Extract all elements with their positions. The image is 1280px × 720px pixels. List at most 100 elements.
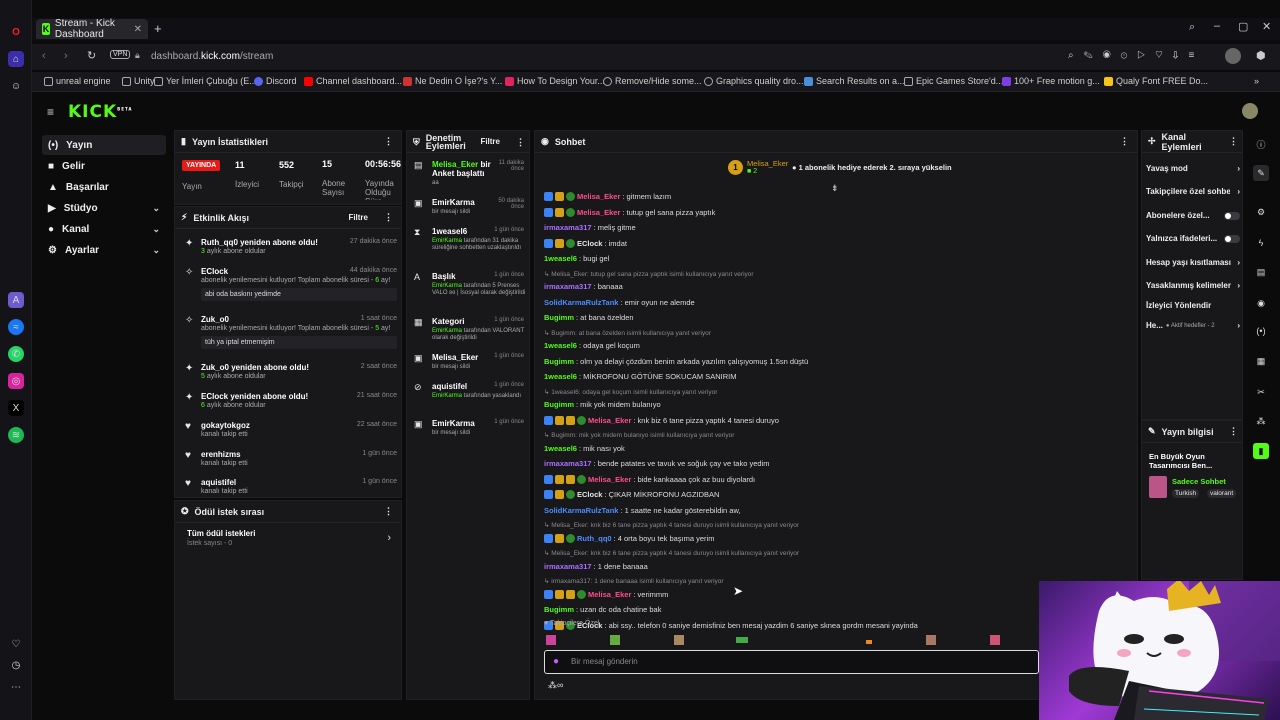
host-row[interactable]: İzleyici Yönlendir [1146,301,1240,310]
new-tab-button[interactable]: + [154,21,162,36]
url-field[interactable]: dashboard.kick.com/stream [151,51,273,62]
chat-username[interactable]: Melisa_Eker [577,208,620,217]
chat-username[interactable]: irmaxama317 [544,459,592,468]
chat-username[interactable]: irmaxama317 [544,223,592,232]
history-icon[interactable]: ◷ [8,657,24,673]
reload-icon[interactable]: ↻ [87,49,96,62]
vpn-badge[interactable]: VPN [110,50,131,59]
emotes-only-row[interactable]: Yalnızca ifadeleri... [1146,234,1240,243]
layout-icon[interactable]: ▦ [1253,353,1269,369]
chat-username[interactable]: irmaxama317 [544,562,592,571]
tab-close-icon[interactable]: ✕ [134,24,142,35]
more-icon[interactable]: ⋯ [8,679,24,695]
wrench-icon[interactable]: ✂ [1253,384,1269,400]
share-icon[interactable]: ⁂ [1253,413,1269,429]
info-icon[interactable]: ⓘ [1253,136,1269,152]
heart-icon[interactable]: ♡ [8,636,24,652]
chat-input[interactable]: ● Bir mesaj gönderin [544,650,1039,674]
tab-kick-dashboard[interactable]: K Stream - Kick Dashboard ✕ [36,18,148,40]
chat-username[interactable]: Bugimm [544,605,574,614]
x-icon[interactable]: X [8,400,24,416]
chat-username[interactable]: Ruth_qq0 [577,534,612,543]
emote-item[interactable] [546,635,556,645]
contacts-icon[interactable]: ☺ [8,78,24,94]
gear-icon[interactable]: ⚙ [1253,204,1269,220]
subscribers-only-toggle[interactable] [1224,211,1240,220]
chat-bubble-icon[interactable]: ◉ [1253,295,1269,311]
tag-pill[interactable]: valorant [1207,489,1237,498]
bookmark-item[interactable]: Qualy Font FREE Do... [1104,76,1208,86]
bolt-icon[interactable]: ϟ [1253,235,1269,251]
bookmark-item[interactable]: unreal engine [44,76,111,86]
bookmark-item[interactable]: Channel dashboard... [304,76,402,86]
goals-row[interactable]: He... ● Aktif hedefler - 2 › [1146,321,1240,330]
tag-pill[interactable]: Turkish [1172,489,1200,498]
pinned-user[interactable]: Melisa_Eker [747,159,788,168]
messenger-icon[interactable]: ≈ [8,319,24,335]
chat-username[interactable]: Bugimm [544,357,574,366]
easy-setup-icon[interactable]: ⬢ [1256,49,1266,62]
bookmark-item[interactable]: How To Design Your... [505,76,605,86]
document-icon[interactable]: ▤ [1253,264,1269,280]
filter-button[interactable]: Filtre [480,137,500,146]
banned-words-row[interactable]: Yasaklanmış kelimeler › [1146,281,1240,290]
back-icon[interactable]: ‹ [42,50,46,62]
kick-logo[interactable]: KICKBETA [68,102,132,122]
chat-username[interactable]: irmaxama317 [544,282,592,291]
nav-item-yayin[interactable]: (•) Yayın [42,135,166,155]
chat-username[interactable]: SolidKarmaRulzTank [544,298,618,307]
emote-item[interactable] [610,635,620,645]
chat-username[interactable]: Bugimm [544,313,574,322]
chat-username[interactable]: Melisa_Eker [588,475,631,484]
more-options-icon[interactable]: ⋮ [384,212,393,223]
more-options-icon[interactable]: ⋮ [1229,426,1238,437]
nav-item-gelir[interactable]: ■ Gelir [42,156,166,176]
pencil-icon[interactable]: ✎ [1253,165,1269,181]
search-tabs-icon[interactable]: ⌕ [1189,21,1195,34]
nav-item-kanal[interactable]: ● Kanal ⌄ [42,219,166,239]
home-icon[interactable]: ⌂ [8,51,24,67]
more-options-icon[interactable]: ⋮ [1120,136,1129,147]
bookmarks-overflow-icon[interactable]: » [1254,76,1259,86]
maximize-icon[interactable]: ▢ [1238,20,1248,33]
profile-avatar[interactable] [1225,48,1241,64]
emotes-only-toggle[interactable] [1224,234,1240,243]
mic-icon[interactable]: ● [553,656,559,667]
nav-item-ayarlar[interactable]: ⚙ Ayarlar ⌄ [42,240,166,260]
followers-only-row[interactable]: Takipçilere özel sohbet › [1146,187,1240,196]
kick-green-icon[interactable]: ▮ [1253,443,1269,459]
chat-username[interactable]: 1weasel6 [544,372,577,381]
bookmark-item[interactable]: Epic Games Store'd... [904,76,1003,86]
nav-item-basarilar[interactable]: ▲ Başarılar [42,177,166,197]
chat-username[interactable]: EClock [577,490,602,499]
chat-username[interactable]: 1weasel6 [544,341,577,350]
bookmark-item[interactable]: Ne Dedin O İşe?'s Y... [403,76,502,86]
emote-item[interactable] [990,635,1000,645]
spotify-icon[interactable]: ≋ [8,427,24,443]
close-window-icon[interactable]: ✕ [1262,20,1271,33]
emote-item[interactable] [736,637,748,643]
emote-item[interactable] [866,640,872,644]
bookmark-item[interactable]: Remove/Hide some... [603,76,702,86]
slow-mode-row[interactable]: Yavaş mod › [1146,164,1240,173]
chat-username[interactable]: Melisa_Eker [588,590,631,599]
chat-username[interactable]: Melisa_Eker [577,192,620,201]
more-options-icon[interactable]: ⋮ [384,506,393,517]
reward-requests-row[interactable]: Tüm ödül istekleri İstek sayısı - 0 › [187,529,391,551]
bookmark-item[interactable]: Graphics quality dro... [704,76,804,86]
more-options-icon[interactable]: ⋮ [384,136,393,147]
emote-item[interactable] [926,635,936,645]
menu-icon[interactable]: ≡ [47,105,54,119]
bookmark-item[interactable]: 100+ Free motion g... [1002,76,1100,86]
aria-icon[interactable]: A [8,292,24,308]
chat-settings-icon[interactable]: ⁂∞ [548,680,563,691]
more-options-icon[interactable]: ⋮ [1229,136,1238,147]
toolbar-extension-icons[interactable]: ⌕✎◉⊙▷♡⇩≡ [1068,50,1204,61]
chat-username[interactable]: EClock [577,239,602,248]
chat-username[interactable]: Bugimm [544,400,574,409]
bookmark-item[interactable]: Yer İmleri Çubuğu (E... [154,76,257,86]
broadcast-icon[interactable]: (•) [1253,323,1269,339]
bookmark-item[interactable]: Search Results on a... [804,76,905,86]
minimize-icon[interactable]: – [1214,20,1220,32]
bookmark-item[interactable]: Unity [122,76,155,86]
